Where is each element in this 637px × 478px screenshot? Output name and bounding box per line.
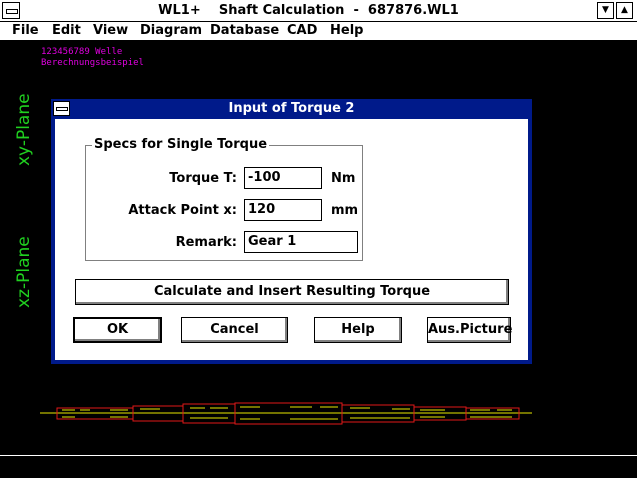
menu-file[interactable]: File (12, 23, 39, 38)
torque-input[interactable]: -100 (244, 167, 322, 189)
aus-picture-button[interactable]: Aus.Picture (427, 317, 512, 343)
window-titlebar[interactable]: WL1+ Shaft Calculation - 687876.WL1 ▼ ▲ (0, 0, 637, 22)
minimize-button[interactable]: ▼ (597, 2, 614, 19)
shaft-description-text: Berechnungsbeispiel (41, 58, 144, 68)
attack-point-input[interactable]: 120 (244, 199, 322, 221)
window-title: WL1+ Shaft Calculation - 687876.WL1 (158, 3, 459, 18)
shaft-id-text: 123456789 Welle (41, 47, 123, 57)
cancel-button[interactable]: Cancel (181, 317, 288, 343)
remark-input[interactable]: Gear 1 (244, 231, 358, 253)
single-torque-group: Specs for Single Torque Torque T: -100 N… (85, 137, 363, 261)
group-title: Specs for Single Torque (92, 137, 270, 152)
menu-diagram[interactable]: Diagram (140, 23, 202, 38)
menu-database[interactable]: Database (210, 23, 279, 38)
window-bottom-border (0, 455, 637, 456)
menu-help[interactable]: Help (330, 23, 363, 38)
dialog-system-menu-icon[interactable] (53, 101, 70, 116)
ok-button[interactable]: OK (73, 317, 162, 343)
menu-cad[interactable]: CAD (287, 23, 317, 38)
remark-label: Remark: (175, 235, 237, 250)
help-button[interactable]: Help (314, 317, 402, 343)
xz-plane-label: xz-Plane (14, 236, 34, 308)
dialog-body: Specs for Single Torque Torque T: -100 N… (55, 119, 528, 360)
calculate-insert-torque-button[interactable]: Calculate and Insert Resulting Torque (75, 279, 509, 305)
dialog-title: Input of Torque 2 (228, 101, 355, 116)
attack-point-unit: mm (331, 203, 359, 218)
attack-point-label: Attack Point x: (128, 203, 237, 218)
system-menu-icon[interactable] (2, 2, 20, 19)
dialog-titlebar[interactable]: Input of Torque 2 (51, 99, 532, 119)
xy-plane-label: xy-Plane (14, 93, 34, 166)
menu-view[interactable]: View (93, 23, 128, 38)
menu-edit[interactable]: Edit (52, 23, 81, 38)
maximize-button[interactable]: ▲ (616, 2, 633, 19)
torque-unit: Nm (331, 171, 356, 186)
torque-label: Torque T: (169, 171, 237, 186)
menu-bar: File Edit View Diagram Database CAD Help (0, 22, 637, 41)
torque-input-dialog: Input of Torque 2 Specs for Single Torqu… (51, 99, 532, 364)
shaft-drawing (40, 402, 532, 425)
